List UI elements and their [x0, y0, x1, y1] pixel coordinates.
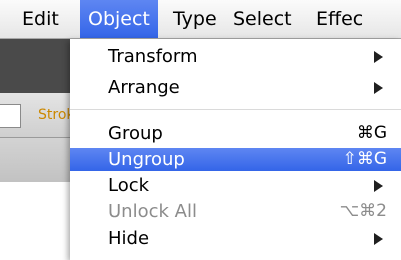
menu-item-shortcut: ⌥⌘2 — [339, 201, 387, 221]
app-input-field[interactable] — [0, 104, 21, 128]
menu-item-group[interactable]: Group ⌘G — [70, 122, 401, 145]
menu-item-label: Group — [108, 123, 163, 144]
menu-item-label: Transform — [108, 46, 198, 67]
menu-item-ungroup[interactable]: Ungroup ⇧⌘G — [70, 148, 401, 171]
submenu-arrow-icon — [374, 233, 383, 245]
menu-separator — [70, 109, 401, 110]
menu-item-hide[interactable]: Hide — [70, 227, 401, 250]
menu-select[interactable]: Select — [233, 0, 292, 38]
menu-effect[interactable]: Effec — [316, 0, 363, 38]
menu-bar: Edit Object Type Select Effec — [0, 0, 401, 39]
menu-item-label: Hide — [108, 228, 150, 249]
stroke-label[interactable]: Strok — [38, 105, 72, 125]
menu-item-label: Arrange — [108, 77, 180, 98]
submenu-arrow-icon — [374, 82, 383, 94]
submenu-arrow-icon — [374, 180, 383, 192]
menu-item-label: Ungroup — [108, 149, 185, 170]
menu-item-lock[interactable]: Lock — [70, 174, 401, 197]
app-dark-panel — [0, 39, 70, 93]
menu-item-label: Lock — [108, 175, 150, 196]
menu-item-arrange[interactable]: Arrange — [70, 76, 401, 99]
menu-item-label: Unlock All — [108, 201, 197, 222]
menu-item-shortcut: ⇧⌘G — [342, 149, 387, 169]
app-lower-bar — [0, 138, 70, 182]
menu-type[interactable]: Type — [173, 0, 217, 38]
menu-item-shortcut: ⌘G — [356, 123, 387, 143]
menu-item-unlock-all: Unlock All ⌥⌘2 — [70, 200, 401, 223]
menu-item-transform[interactable]: Transform — [70, 45, 401, 68]
submenu-arrow-icon — [374, 51, 383, 63]
menu-edit[interactable]: Edit — [22, 0, 59, 38]
object-menu-dropdown: Transform Arrange Group ⌘G Ungroup ⇧⌘G L… — [70, 39, 401, 260]
menu-object[interactable]: Object — [80, 0, 158, 38]
